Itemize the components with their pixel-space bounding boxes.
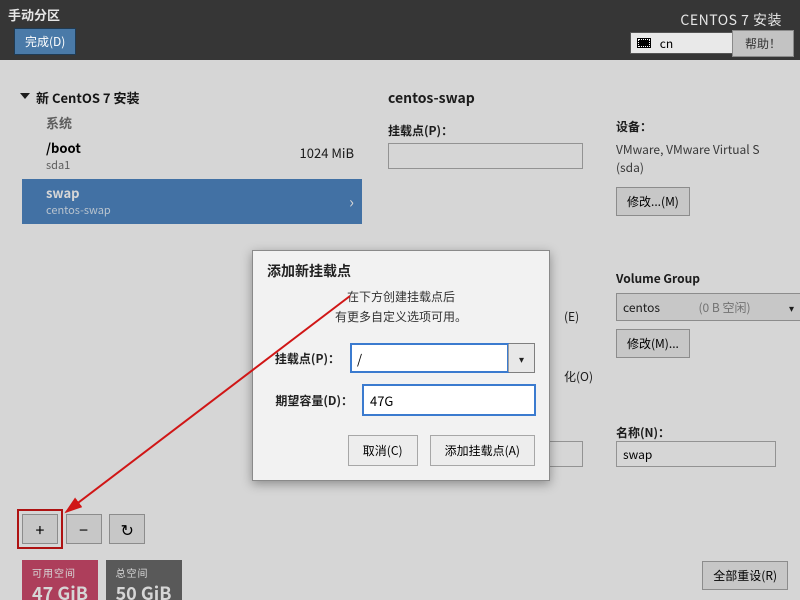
dialog-sub2: 有更多自定义选项可用。	[335, 308, 467, 325]
dialog-cancel-button[interactable]: 取消(C)	[348, 435, 418, 466]
dialog-mount-label: 挂载点(P)：	[267, 350, 340, 367]
help-button[interactable]: 帮助！	[732, 30, 794, 57]
page-title: 手动分区	[8, 5, 60, 24]
dialog-mount-combo[interactable]: ▾	[350, 343, 535, 373]
keyboard-layout-indicator[interactable]: cn	[630, 32, 740, 54]
keyboard-layout-label: cn	[660, 35, 673, 52]
done-button[interactable]: 完成(D)	[14, 28, 76, 55]
dialog-add-button[interactable]: 添加挂载点(A)	[430, 435, 535, 466]
main-panel: 新 CentOS 7 安装 系统 /boot sda1 1024 MiB swa…	[0, 60, 800, 600]
dialog-mount-input[interactable]	[351, 344, 508, 372]
dialog-capacity-label: 期望容量(D)：	[267, 392, 353, 409]
product-brand: CENTOS 7 安装	[680, 10, 782, 30]
dialog-title: 添加新挂载点	[253, 251, 549, 283]
keyboard-icon	[637, 38, 651, 48]
add-mountpoint-dialog: 添加新挂载点 在下方创建挂载点后 有更多自定义选项可用。 挂载点(P)： ▾ 期…	[252, 250, 550, 481]
dialog-sub1: 在下方创建挂载点后	[347, 288, 455, 305]
dialog-capacity-input[interactable]	[363, 385, 535, 415]
chevron-down-icon[interactable]: ▾	[508, 344, 534, 372]
